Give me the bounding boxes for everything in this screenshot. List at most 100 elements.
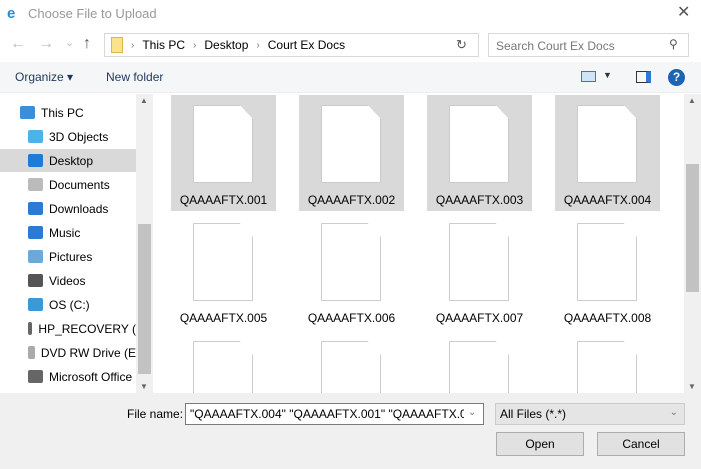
file-item[interactable]: QAAAAFTX.002 <box>299 95 404 211</box>
breadcrumb-this-pc[interactable]: This PC <box>142 38 185 52</box>
sidebar-item-label: Pictures <box>49 249 93 264</box>
sidebar-item-label: Documents <box>49 177 110 192</box>
files-scrollbar[interactable]: ▲ ▼ <box>684 94 701 393</box>
file-item[interactable]: QAAAAFTX.006 <box>299 213 404 329</box>
file-name-label: File name: <box>127 407 184 421</box>
breadcrumb-desktop[interactable]: Desktop <box>204 38 248 52</box>
sidebar-item-label: This PC <box>41 105 84 120</box>
file-icon <box>321 341 381 393</box>
sidebar-item-icon <box>28 298 43 311</box>
file-name: QAAAAFTX.006 <box>307 311 396 325</box>
organize-button[interactable]: Organize ▾ <box>15 70 73 84</box>
preview-pane-icon[interactable] <box>636 71 651 83</box>
search-icon: ⚲ <box>669 37 678 51</box>
sidebar-item-icon <box>28 274 43 287</box>
file-name: QAAAAFTX.003 <box>435 193 524 207</box>
sidebar-item[interactable]: DVD RW Drive (E <box>0 341 136 364</box>
sidebar-scrollbar[interactable]: ▲ ▼ <box>136 94 153 393</box>
refresh-button[interactable]: ↻ <box>456 37 467 53</box>
new-folder-button[interactable]: New folder <box>106 70 163 84</box>
view-options-icon[interactable] <box>581 71 596 82</box>
view-dropdown-icon[interactable]: ▼ <box>603 70 612 80</box>
file-item[interactable]: QAAAAFTX.004 <box>555 95 660 211</box>
up-button[interactable]: ↑ <box>83 35 91 53</box>
sidebar-item-label: Videos <box>49 273 86 288</box>
sidebar-item-label: Desktop <box>49 153 94 168</box>
chevron-down-icon: ⌄ <box>669 407 678 418</box>
file-icon <box>577 341 637 393</box>
search-input[interactable]: Search Court Ex Docs <box>488 33 689 57</box>
file-name: QAAAAFTX.007 <box>435 311 524 325</box>
sidebar-item-label: DVD RW Drive (E <box>40 345 136 360</box>
open-button[interactable]: Open <box>496 432 584 456</box>
file-name-dropdown-icon[interactable]: ⌄ <box>464 403 484 425</box>
cancel-button[interactable]: Cancel <box>597 432 685 456</box>
sidebar-item-label: Microsoft Office <box>49 369 133 384</box>
file-list: QAAAAFTX.001 QAAAAFTX.002 QAAAAFTX.003 QAAA… <box>160 94 685 393</box>
file-icon <box>449 223 509 301</box>
sidebar-item-label: Music <box>49 225 81 240</box>
recent-locations-button[interactable]: ⌄ <box>65 36 74 49</box>
sidebar-item[interactable]: Downloads <box>0 197 136 220</box>
sidebar-item[interactable]: HP_RECOVERY ( <box>0 317 136 340</box>
file-name: QAAAAFTX.008 <box>563 311 652 325</box>
address-bar[interactable]: › This PC › Desktop › Court Ex Docs <box>104 33 479 57</box>
sidebar-item-icon <box>28 154 43 167</box>
file-item[interactable] <box>299 331 404 393</box>
sidebar-item[interactable]: Desktop <box>0 149 136 172</box>
file-icon <box>449 105 509 183</box>
sidebar-item-icon <box>28 322 33 335</box>
navigation-pane: This PC 3D Objects Desktop Documents Downloa… <box>0 94 136 393</box>
file-icon <box>193 341 253 393</box>
file-icon <box>577 223 637 301</box>
sidebar-item-icon <box>20 106 35 119</box>
sidebar-item[interactable]: This PC <box>0 101 136 124</box>
file-icon <box>449 341 509 393</box>
sidebar-item[interactable]: Microsoft Office <box>0 365 136 388</box>
ie-logo-icon: e <box>7 5 16 22</box>
sidebar-item[interactable]: OS (C:) <box>0 293 136 316</box>
close-button[interactable]: ✕ <box>677 2 690 22</box>
sidebar-item-icon <box>28 370 43 383</box>
sidebar-item[interactable]: Videos <box>0 269 136 292</box>
file-item[interactable]: QAAAAFTX.008 <box>555 213 660 329</box>
file-item[interactable]: QAAAAFTX.003 <box>427 95 532 211</box>
file-icon <box>321 105 381 183</box>
sidebar-item-label: OS (C:) <box>49 297 90 312</box>
file-name: QAAAAFTX.001 <box>179 193 268 207</box>
file-name: QAAAAFTX.002 <box>307 193 396 207</box>
file-name: QAAAAFTX.005 <box>179 311 268 325</box>
file-item[interactable] <box>171 331 276 393</box>
file-item[interactable]: QAAAAFTX.007 <box>427 213 532 329</box>
file-icon <box>577 105 637 183</box>
window-title: Choose File to Upload <box>28 6 157 21</box>
file-icon <box>193 223 253 301</box>
sidebar-item[interactable]: Music <box>0 221 136 244</box>
file-item[interactable] <box>555 331 660 393</box>
back-button[interactable]: ← <box>10 35 26 53</box>
folder-icon <box>111 37 123 53</box>
forward-button[interactable]: → <box>38 35 54 53</box>
sidebar-item-label: HP_RECOVERY ( <box>38 321 136 336</box>
sidebar-item-label: Downloads <box>49 201 109 216</box>
sidebar-item-icon <box>28 130 43 143</box>
file-icon <box>193 105 253 183</box>
sidebar-item-icon <box>28 178 43 191</box>
sidebar-item[interactable]: Pictures <box>0 245 136 268</box>
file-type-select[interactable]: All Files (*.*) ⌄ <box>495 403 685 425</box>
file-type-value: All Files (*.*) <box>500 407 567 421</box>
sidebar-item-label: 3D Objects <box>49 129 109 144</box>
help-button[interactable]: ? <box>668 69 685 86</box>
sidebar-item-icon <box>28 226 43 239</box>
file-icon <box>321 223 381 301</box>
sidebar-item[interactable]: Documents <box>0 173 136 196</box>
file-name: QAAAAFTX.004 <box>563 193 652 207</box>
file-name-input[interactable]: "QAAAAFTX.004" "QAAAAFTX.001" "QAAAAFTX.… <box>185 403 465 425</box>
breadcrumb-court-ex-docs[interactable]: Court Ex Docs <box>268 38 345 52</box>
sidebar-item[interactable]: 3D Objects <box>0 125 136 148</box>
sidebar-item-icon <box>28 346 35 359</box>
file-item[interactable]: QAAAAFTX.001 <box>171 95 276 211</box>
file-item[interactable]: QAAAAFTX.005 <box>171 213 276 329</box>
file-item[interactable] <box>427 331 532 393</box>
sidebar-item-icon <box>28 202 43 215</box>
